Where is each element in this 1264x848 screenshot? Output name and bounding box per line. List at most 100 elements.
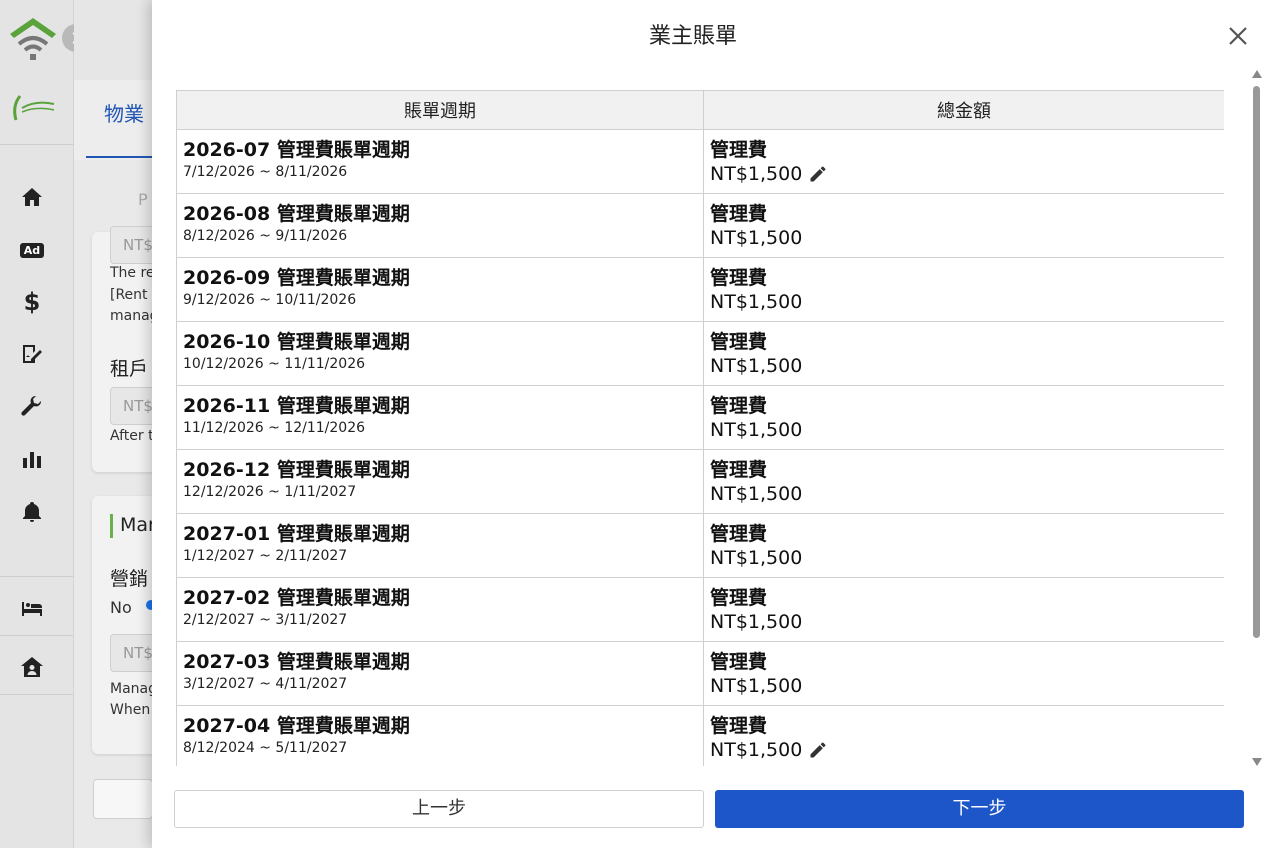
- fee-name: 管理費: [710, 395, 768, 417]
- fee-amount: NT$1,500: [710, 611, 803, 633]
- next-step-button[interactable]: 下一步: [715, 790, 1244, 828]
- bill-table-container[interactable]: 賬單週期 總金額 2026-07 管理費賬單週期 7/12/2026 ~ 8/11…: [176, 90, 1224, 766]
- house-user-icon[interactable]: [18, 653, 46, 681]
- period-range: 7/12/2026 ~ 8/11/2026: [183, 164, 348, 180]
- period-range: 10/12/2026 ~ 11/11/2026: [183, 356, 366, 372]
- amount-cell: 管理費 NT$1,500: [703, 577, 1224, 642]
- fee-amount: NT$1,500: [710, 675, 803, 697]
- fee-name: 管理費: [710, 651, 768, 673]
- fee-amount-wrap: NT$1,500: [710, 546, 1218, 570]
- period-range: 11/12/2026 ~ 12/11/2026: [183, 420, 366, 436]
- period-name: 2026-07 管理費賬單週期: [183, 139, 410, 161]
- radio-no-label[interactable]: No: [110, 598, 132, 617]
- pencil-icon[interactable]: [808, 740, 828, 760]
- amount-cell: 管理費 NT$1,500: [703, 257, 1224, 322]
- sidebar-divider: [0, 694, 74, 695]
- period-name: 2027-04 管理費賬單週期: [183, 715, 410, 737]
- period-name: 2026-11 管理費賬單週期: [183, 395, 410, 417]
- scroll-down-icon[interactable]: [1252, 758, 1262, 766]
- chart-icon[interactable]: [18, 445, 46, 473]
- fee-amount-wrap: NT$1,500: [710, 674, 1218, 698]
- fee-amount-wrap: NT$1,500: [710, 162, 1218, 186]
- sidebar-divider: [0, 144, 74, 145]
- fee-amount: NT$1,500: [710, 739, 803, 761]
- fee-amount: NT$1,500: [710, 547, 803, 569]
- fee-amount-wrap: NT$1,500: [710, 290, 1218, 314]
- period-name: 2026-10 管理費賬單週期: [183, 331, 410, 353]
- amount-cell: 管理費 NT$1,500: [703, 193, 1224, 258]
- fee-amount-wrap: NT$1,500: [710, 738, 1218, 762]
- period-name: 2027-03 管理費賬單週期: [183, 651, 410, 673]
- ad-icon[interactable]: Ad: [18, 236, 46, 264]
- amount-cell: 管理費 NT$1,500: [703, 513, 1224, 578]
- amount-cell: 管理費 NT$1,500: [703, 321, 1224, 386]
- period-range: 1/12/2027 ~ 2/11/2027: [183, 548, 348, 564]
- sidebar: Ad $: [0, 0, 74, 848]
- fee-amount: NT$1,500: [710, 291, 803, 313]
- table-row: 2027-01 管理費賬單週期 1/12/2027 ~ 2/11/2027 管理費 N…: [176, 513, 1224, 578]
- fee-amount-wrap: NT$1,500: [710, 354, 1218, 378]
- period-cell: 2026-07 管理費賬單週期 7/12/2026 ~ 8/11/2026: [176, 129, 704, 194]
- period-cell: 2027-01 管理費賬單週期 1/12/2027 ~ 2/11/2027: [176, 513, 704, 578]
- modal-title: 業主賬單: [648, 24, 737, 49]
- table-header-row: 賬單週期 總金額: [176, 90, 1224, 130]
- table-row: 2027-03 管理費賬單週期 3/12/2027 ~ 4/11/2027 管理費 N…: [176, 641, 1224, 706]
- fee-amount-wrap: NT$1,500: [710, 226, 1218, 250]
- amount-cell: 管理費 NT$1,500: [703, 449, 1224, 514]
- bill-table: 賬單週期 總金額 2026-07 管理費賬單週期 7/12/2026 ~ 8/11…: [176, 90, 1224, 766]
- fee-amount: NT$1,500: [710, 227, 803, 249]
- sub-tab[interactable]: P: [138, 190, 148, 209]
- close-button[interactable]: [1224, 22, 1252, 50]
- period-range: 3/12/2027 ~ 4/11/2027: [183, 676, 348, 692]
- scrollbar[interactable]: [1248, 70, 1264, 766]
- bed-icon[interactable]: [18, 594, 46, 622]
- table-row: 2027-04 管理費賬單週期 8/12/2024 ~ 5/11/2027 管理費 N…: [176, 705, 1224, 766]
- previous-step-button[interactable]: 上一步: [174, 790, 704, 828]
- fee-amount: NT$1,500: [710, 483, 803, 505]
- sidebar-divider: [0, 576, 74, 577]
- fee-name: 管理費: [710, 139, 768, 161]
- table-row: 2026-09 管理費賬單週期 9/12/2026 ~ 10/11/2026 管理費…: [176, 257, 1224, 322]
- contract-icon[interactable]: [18, 340, 46, 368]
- period-cell: 2027-03 管理費賬單週期 3/12/2027 ~ 4/11/2027: [176, 641, 704, 706]
- period-name: 2026-12 管理費賬單週期: [183, 459, 410, 481]
- period-name: 2026-09 管理費賬單週期: [183, 267, 410, 289]
- fee-name: 管理費: [710, 203, 768, 225]
- bell-icon[interactable]: [18, 498, 46, 526]
- table-row: 2027-02 管理費賬單週期 2/12/2027 ~ 3/11/2027 管理費 N…: [176, 577, 1224, 642]
- amount-cell: 管理費 NT$1,500: [703, 641, 1224, 706]
- table-row: 2026-10 管理費賬單週期 10/12/2026 ~ 11/11/2026 管理…: [176, 321, 1224, 386]
- brand-logo: [10, 90, 58, 124]
- fee-amount: NT$1,500: [710, 355, 803, 377]
- table-row: 2026-07 管理費賬單週期 7/12/2026 ~ 8/11/2026 管理費 N…: [176, 129, 1224, 194]
- pencil-icon[interactable]: [808, 164, 828, 184]
- app-logo: [6, 14, 60, 62]
- table-row: 2026-12 管理費賬單週期 12/12/2026 ~ 1/11/2027 管理費…: [176, 449, 1224, 514]
- period-range: 8/12/2024 ~ 5/11/2027: [183, 740, 348, 756]
- amount-cell: 管理費 NT$1,500: [703, 705, 1224, 766]
- home-icon[interactable]: [18, 183, 46, 211]
- fee-name: 管理費: [710, 331, 768, 353]
- scroll-up-icon[interactable]: [1252, 70, 1262, 78]
- period-cell: 2026-08 管理費賬單週期 8/12/2026 ~ 9/11/2026: [176, 193, 704, 258]
- period-cell: 2026-11 管理費賬單週期 11/12/2026 ~ 12/11/2026: [176, 385, 704, 450]
- period-range: 9/12/2026 ~ 10/11/2026: [183, 292, 357, 308]
- marketing-label: 營銷: [110, 568, 149, 590]
- active-tab-indicator: [86, 156, 156, 158]
- scroll-thumb[interactable]: [1253, 86, 1260, 638]
- amount-cell: 管理費 NT$1,500: [703, 129, 1224, 194]
- background-button[interactable]: [93, 779, 153, 819]
- dollar-icon[interactable]: $: [18, 288, 46, 316]
- wrench-icon[interactable]: [18, 393, 46, 421]
- fee-amount: NT$1,500: [710, 419, 803, 441]
- tab-property[interactable]: 物業: [104, 98, 144, 127]
- section-title: Mar: [120, 514, 156, 536]
- fee-name: 管理費: [710, 267, 768, 289]
- period-name: 2027-01 管理費賬單週期: [183, 523, 410, 545]
- owner-bill-modal: 業主賬單 賬單週期 總金額 2026-07 管理費賬單週期 7/12/2026 ~…: [152, 0, 1264, 848]
- table-row: 2026-11 管理費賬單週期 11/12/2026 ~ 12/11/2026 管理…: [176, 385, 1224, 450]
- fee-name: 管理費: [710, 587, 768, 609]
- period-range: 2/12/2027 ~ 3/11/2027: [183, 612, 348, 628]
- period-range: 12/12/2026 ~ 1/11/2027: [183, 484, 357, 500]
- period-name: 2026-08 管理費賬單週期: [183, 203, 410, 225]
